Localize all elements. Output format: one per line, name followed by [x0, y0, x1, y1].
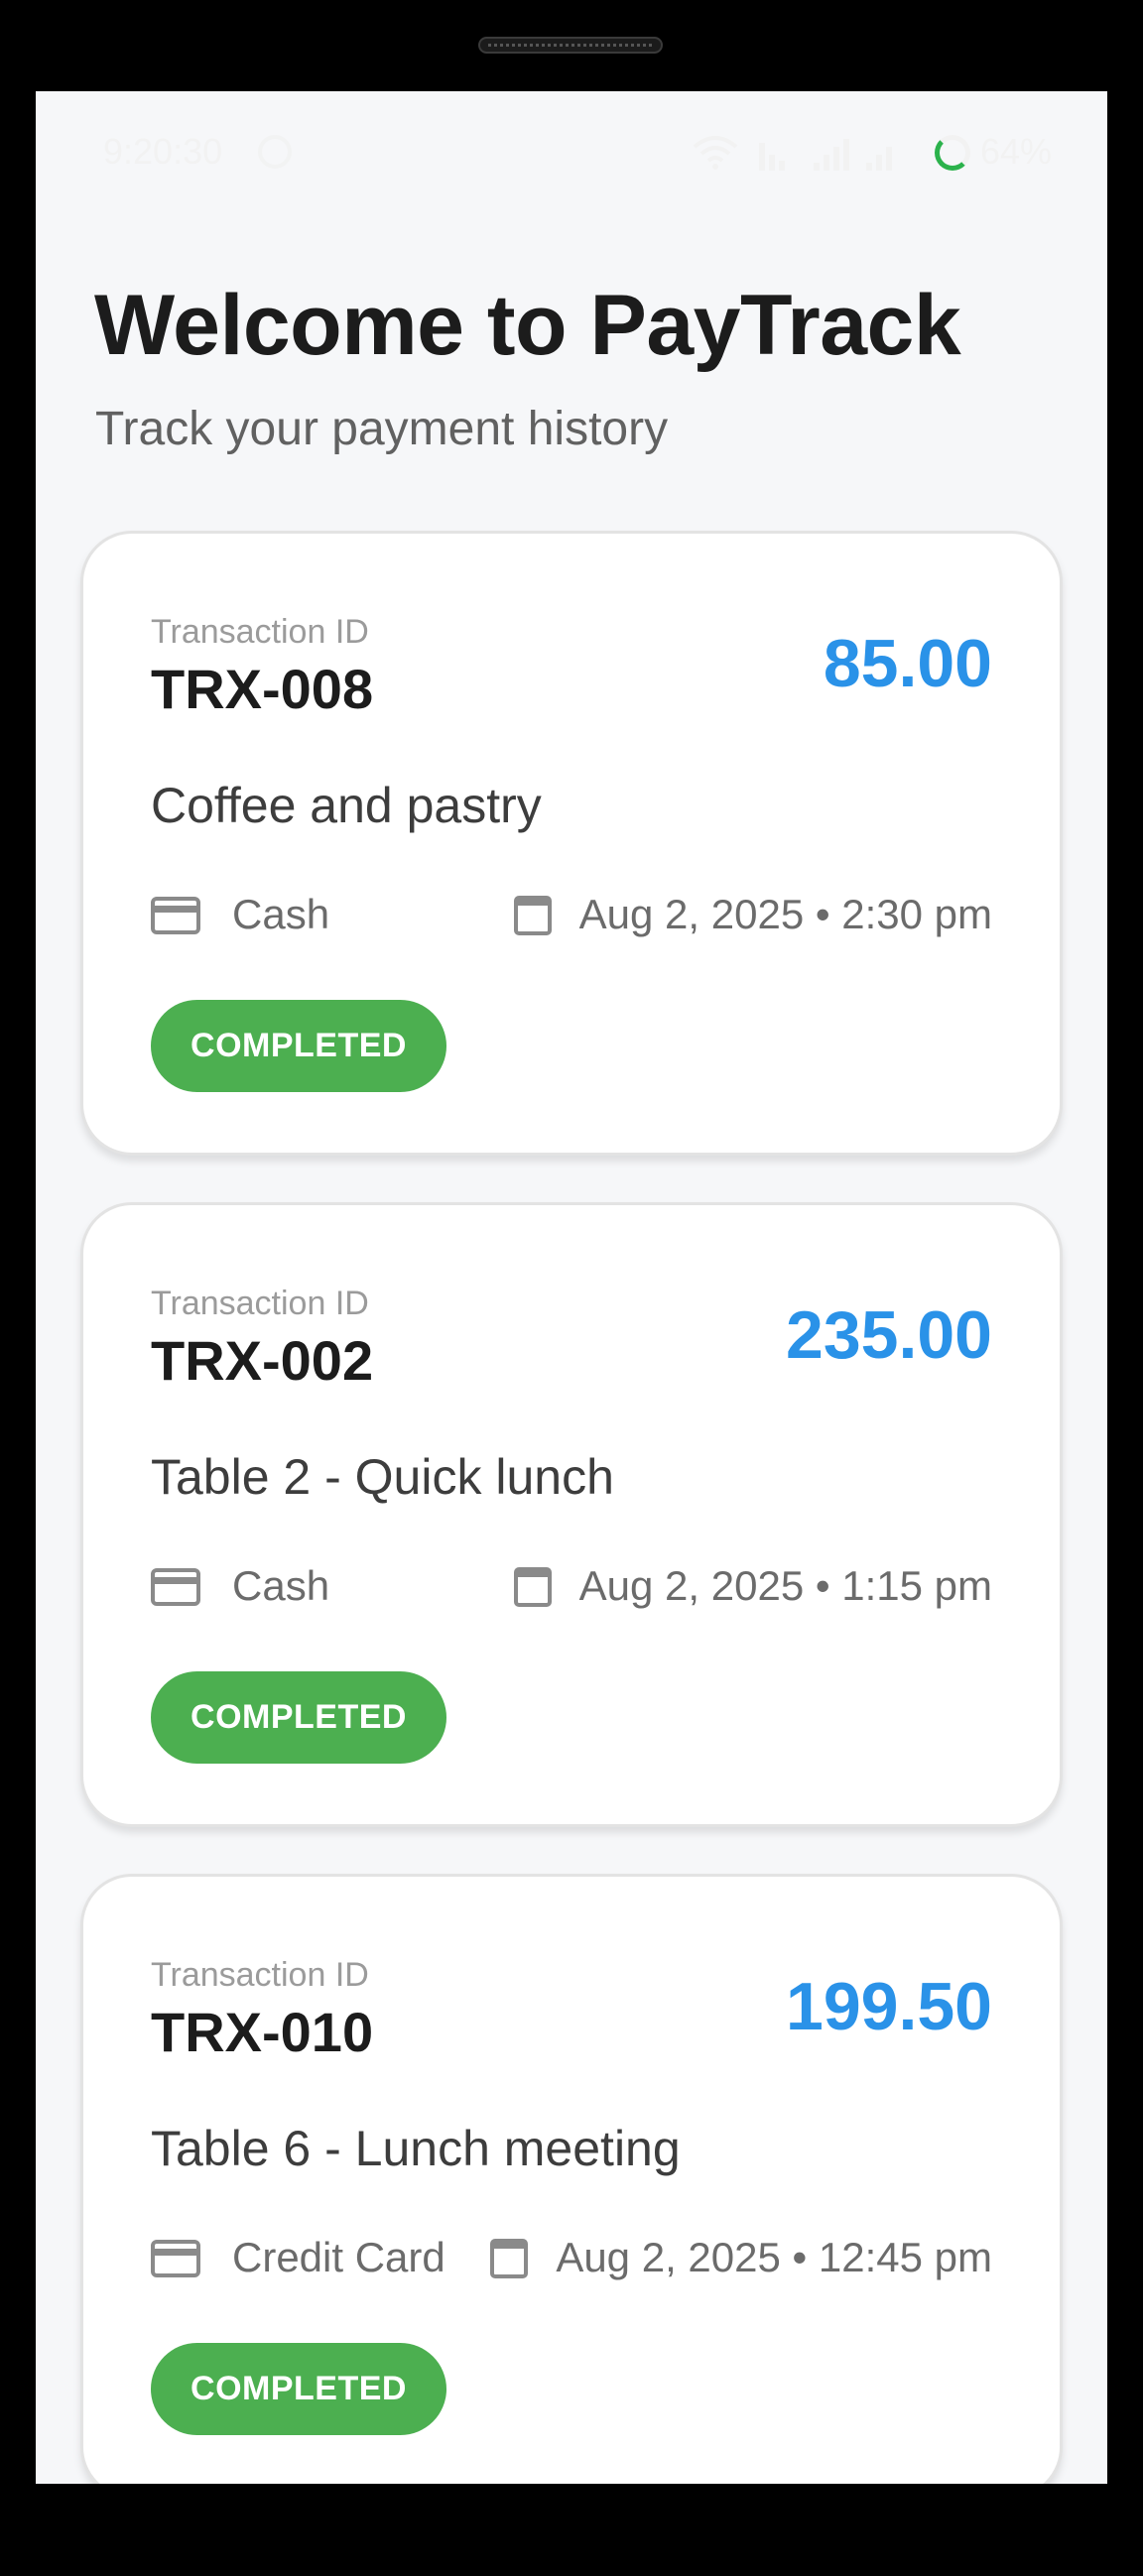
calendar-icon	[514, 896, 552, 935]
transaction-date: Aug 2, 2025 • 1:15 pm	[578, 1562, 992, 1609]
signal-icon-2	[866, 147, 892, 171]
transaction-description: Coffee and pastry	[151, 778, 542, 833]
calendar-icon	[490, 2239, 528, 2278]
transaction-id: TRX-010	[151, 2001, 374, 2063]
sim-icon	[759, 143, 785, 171]
payment-method: Cash	[232, 891, 330, 937]
transaction-description: Table 6 - Lunch meeting	[151, 2121, 681, 2176]
transaction-amount: 235.00	[786, 1297, 992, 1373]
calendar-icon	[514, 1567, 552, 1607]
transaction-id-label: Transaction ID	[151, 613, 369, 651]
transaction-card[interactable]: Transaction ID TRX-008 85.00 Coffee and …	[80, 531, 1063, 1156]
transaction-card[interactable]: Transaction ID TRX-002 235.00 Table 2 - …	[80, 1202, 1063, 1827]
page-title: Welcome to PayTrack	[94, 278, 961, 373]
payment-method: Credit Card	[232, 2234, 445, 2280]
status-badge: COMPLETED	[151, 1000, 446, 1092]
clock-icon	[258, 135, 292, 169]
credit-card-icon	[151, 897, 200, 934]
battery-percentage: 64%	[980, 131, 1053, 172]
credit-card-icon	[151, 1568, 200, 1606]
status-bar: 9:20:30 64%	[36, 91, 1107, 210]
transaction-description: Table 2 - Quick lunch	[151, 1449, 614, 1505]
signal-icon	[814, 139, 849, 171]
payment-method: Cash	[232, 1562, 330, 1609]
transaction-card[interactable]: Transaction ID TRX-010 199.50 Table 6 - …	[80, 1874, 1063, 2484]
status-badge: COMPLETED	[151, 2343, 446, 2435]
transaction-date: Aug 2, 2025 • 2:30 pm	[578, 891, 992, 937]
earpiece-speaker	[478, 37, 663, 54]
transaction-date: Aug 2, 2025 • 12:45 pm	[556, 2234, 992, 2280]
credit-card-icon	[151, 2240, 200, 2277]
status-badge: COMPLETED	[151, 1671, 446, 1764]
transaction-id: TRX-008	[151, 658, 374, 720]
page-subtitle: Track your payment history	[95, 403, 669, 455]
transaction-amount: 85.00	[823, 626, 992, 701]
transaction-id: TRX-002	[151, 1329, 374, 1392]
battery-icon	[935, 135, 970, 171]
transaction-id-label: Transaction ID	[151, 1285, 369, 1322]
bottom-bezel	[0, 2484, 1143, 2576]
app-screen: 9:20:30 64% Welcome to PayTrack Track yo…	[36, 91, 1107, 2484]
transaction-id-label: Transaction ID	[151, 1956, 369, 1994]
wifi-icon	[693, 136, 738, 170]
phone-frame: 9:20:30 64% Welcome to PayTrack Track yo…	[0, 0, 1143, 2576]
status-time: 9:20:30	[103, 131, 223, 172]
transaction-amount: 199.50	[786, 1969, 992, 2044]
